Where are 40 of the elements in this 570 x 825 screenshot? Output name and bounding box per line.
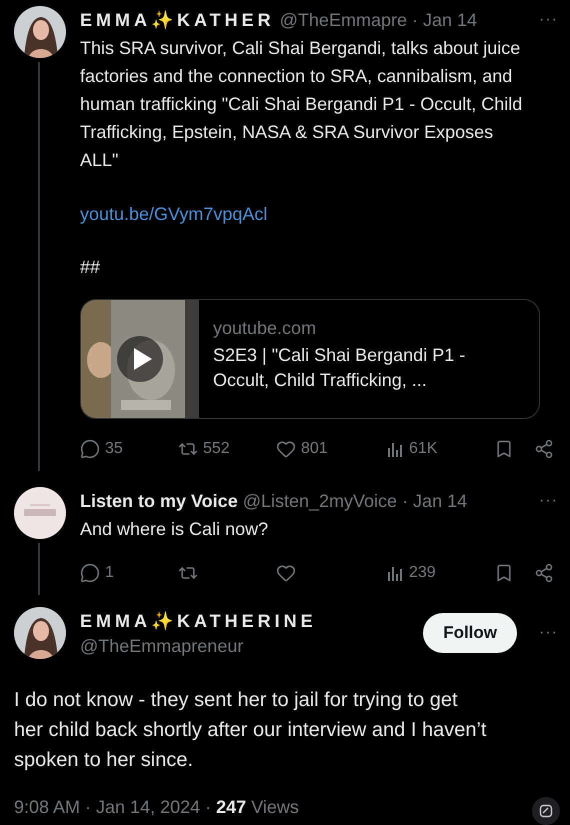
link-card[interactable]: youtube.com S2E3 | "Cali Shai Bergandi P1 - Occult, Child Trafficking, ... (80, 299, 540, 419)
post-date: · Jan 14 (412, 10, 478, 30)
post-date: · Jan 14 (402, 490, 468, 512)
author-name[interactable]: Listen to my Voice (80, 490, 238, 512)
more-button[interactable]: ··· (539, 492, 558, 510)
floating-button[interactable] (532, 797, 560, 825)
post-text: This SRA survivor, Cali Shai Bergandi, talks about juice factories and the connection to SRA, cannibalism, and human trafficking "Cali Shai Bergandi P1 - Occult, Child Trafficking, Epstein, NASA & SRA Survivor Exposes ALL" (80, 37, 524, 172)
post-text: And where is Cali now? (80, 518, 270, 541)
reply-icon[interactable] (80, 439, 100, 459)
more-button[interactable]: ··· (539, 624, 558, 642)
like-icon[interactable] (276, 563, 296, 583)
share-icon[interactable] (534, 439, 554, 459)
views-count: 247 (216, 797, 246, 818)
stat-count: 552 (203, 440, 230, 458)
stat-count: 801 (301, 440, 328, 458)
author-name[interactable]: EMMA✨KATHERINE (80, 610, 410, 632)
stat-count: 1 (105, 564, 114, 582)
author-handle[interactable]: @TheEmmapre (280, 10, 407, 30)
reply-icon[interactable] (80, 563, 100, 583)
post-timestamp: 9:08 AM · Jan 14, 2024 · (14, 797, 212, 818)
stat-count: 239 (409, 564, 436, 582)
video-link[interactable]: youtu.be/GVym7vpqAcl (80, 204, 268, 225)
like-icon[interactable] (276, 439, 296, 459)
post-text: ## (80, 256, 102, 279)
card-title: S2E3 | "Cali Shai Bergandi P1 - Occult, Child Trafficking, ... (213, 344, 466, 392)
more-button[interactable]: ··· (539, 11, 558, 29)
stat-count: 35 (105, 440, 123, 458)
stat-count: 61K (409, 440, 438, 458)
author-name[interactable]: EMMA✨KATHER (80, 9, 275, 31)
views-label: Views (250, 797, 299, 818)
card-domain: youtube.com (213, 318, 318, 339)
author-handle[interactable]: @TheEmmapreneur (80, 636, 410, 656)
post-text: I do not know - they sent her to jail for trying to get her child back shortly after our interview and I haven’t spoken to her since. (14, 688, 488, 773)
views-icon[interactable] (386, 440, 404, 458)
follow-button[interactable]: Follow (423, 613, 518, 653)
share-icon[interactable] (534, 563, 554, 583)
author-handle[interactable]: @Listen_2myVoice (242, 490, 398, 512)
compose-icon (539, 804, 553, 818)
views-icon[interactable] (386, 564, 404, 582)
play-icon[interactable] (117, 336, 163, 382)
